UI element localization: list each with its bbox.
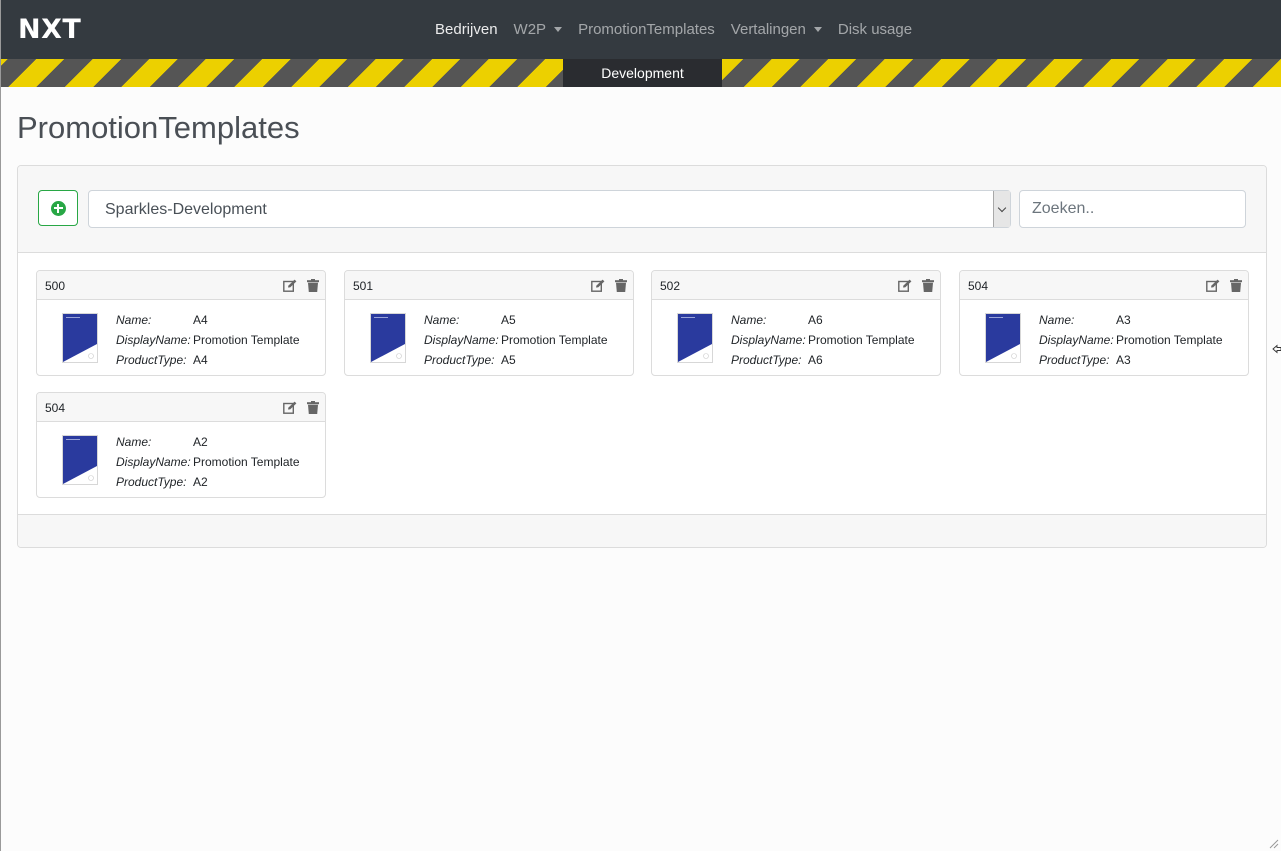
name-label: Name: [1039,313,1075,327]
template-card-header: 504 [960,271,1248,300]
trash-icon[interactable] [921,279,935,292]
nav-item-w2p[interactable]: W2P [506,21,571,38]
nav-item-label: Bedrijven [435,21,498,38]
company-select-value: Sparkles-Development [105,201,267,218]
name-label: Name: [731,313,767,327]
display-name-label: DisplayName: [424,333,499,347]
product-type-value: A6 [808,353,823,367]
product-type-value: A5 [501,353,516,367]
display-name-label: DisplayName: [1039,333,1114,347]
edit-icon[interactable] [283,401,297,414]
template-card-header: 500 [37,271,325,300]
chevron-down-icon [997,203,1007,212]
product-type-label: ProductType: [1039,353,1110,367]
display-name-value: Promotion Template [193,333,300,347]
template-id: 502 [660,279,681,293]
display-name-label: DisplayName: [116,333,191,347]
search-input[interactable] [1019,190,1246,228]
product-type-value: A3 [1116,353,1131,367]
panel-toolbar: Sparkles-Development [18,166,1266,253]
brand-logo[interactable]: NXT [18,14,81,45]
template-card: 504 Name: A2 DisplayName: Promotion Temp… [36,392,326,498]
template-card: 504 Name: A3 DisplayName: Promotion Temp… [959,270,1249,376]
template-id: 500 [45,279,66,293]
panel-footer [18,514,1266,547]
display-name-value: Promotion Template [501,333,608,347]
arrow-left-icon [1272,344,1281,354]
trash-icon[interactable] [1229,279,1243,292]
company-select[interactable]: Sparkles-Development [88,190,1011,228]
plus-circle-icon [50,200,66,216]
product-type-value: A2 [193,475,208,489]
caret-down-icon [554,27,563,32]
main-nav: Bedrijven W2P PromotionTemplates Vertali… [427,0,920,59]
edit-icon[interactable] [591,279,605,292]
template-thumbnail[interactable] [985,313,1021,363]
nav-item-label: Disk usage [837,21,913,38]
environment-badge: Development [563,59,722,87]
template-id: 504 [45,401,66,415]
product-type-value: A4 [193,353,208,367]
nav-item-vertalingen[interactable]: Vertalingen [723,21,830,38]
template-card-header: 504 [37,393,325,422]
display-name-label: DisplayName: [116,455,191,469]
template-thumbnail[interactable] [370,313,406,363]
product-type-label: ProductType: [424,353,495,367]
edit-icon[interactable] [898,279,912,292]
nav-item-label: W2P [513,21,547,38]
template-thumbnail[interactable] [62,313,98,363]
template-card: 501 Name: A5 DisplayName: Promotion Temp… [344,270,634,376]
template-thumbnail[interactable] [677,313,713,363]
name-label: Name: [424,313,460,327]
name-value: A2 [193,435,208,449]
trash-icon[interactable] [614,279,628,292]
trash-icon[interactable] [306,279,320,292]
name-value: A4 [193,313,208,327]
edit-icon[interactable] [1206,279,1220,292]
display-name-label: DisplayName: [731,333,806,347]
template-thumbnail[interactable] [62,435,98,485]
display-name-value: Promotion Template [1116,333,1223,347]
product-type-label: ProductType: [116,475,187,489]
template-card: 502 Name: A6 DisplayName: Promotion Temp… [651,270,941,376]
add-template-button[interactable] [38,190,78,226]
template-id: 501 [353,279,374,293]
nav-item-promotiontemplates[interactable]: PromotionTemplates [570,21,723,38]
display-name-value: Promotion Template [193,455,300,469]
templates-panel: Sparkles-Development 500 Name: A4 Displa… [17,165,1267,548]
navbar: NXT Bedrijven W2P PromotionTemplates Ver… [1,0,1281,59]
resize-grip-icon[interactable] [1267,837,1279,849]
caret-down-icon [813,27,822,32]
template-card-header: 501 [345,271,633,300]
select-dropdown-arrow[interactable] [993,191,1010,227]
template-card: 500 Name: A4 DisplayName: Promotion Temp… [36,270,326,376]
nav-item-disk-usage[interactable]: Disk usage [830,21,920,38]
edit-icon[interactable] [283,279,297,292]
page-title: PromotionTemplates [17,110,300,145]
name-value: A5 [501,313,516,327]
name-label: Name: [116,435,152,449]
nav-item-bedrijven[interactable]: Bedrijven [427,21,506,38]
product-type-label: ProductType: [731,353,802,367]
template-card-header: 502 [652,271,940,300]
trash-icon[interactable] [306,401,320,414]
environment-stripe: Development [1,59,1281,87]
template-id: 504 [968,279,989,293]
name-label: Name: [116,313,152,327]
name-value: A6 [808,313,823,327]
display-name-value: Promotion Template [808,333,915,347]
nav-item-label: PromotionTemplates [578,21,715,38]
name-value: A3 [1116,313,1131,327]
nav-item-label: Vertalingen [730,21,806,38]
product-type-label: ProductType: [116,353,187,367]
